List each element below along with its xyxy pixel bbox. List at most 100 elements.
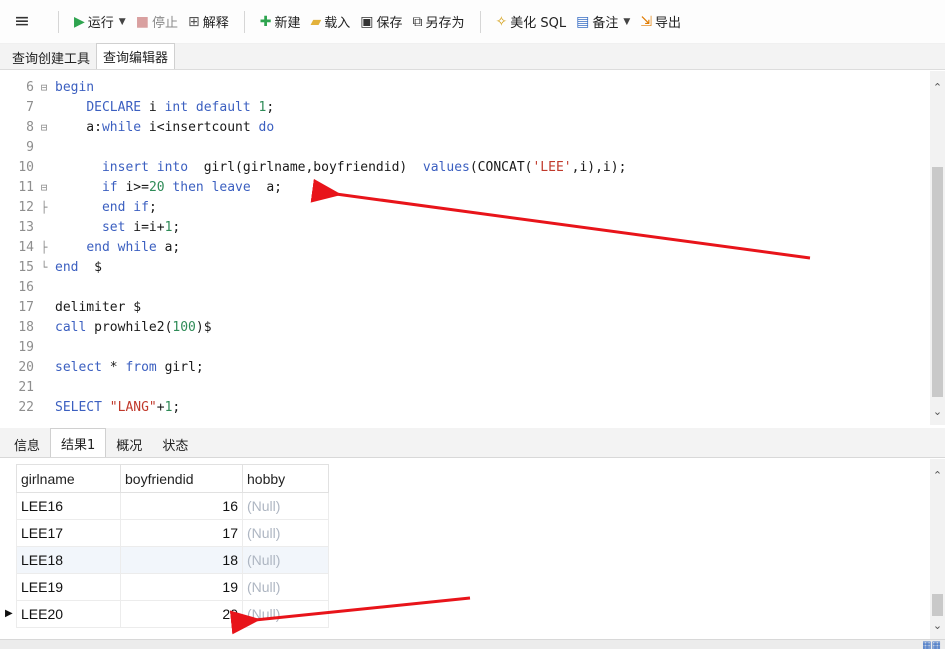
table-row[interactable]: LEE16 16 (Null) <box>16 492 329 520</box>
code-line[interactable]: 9 <box>0 138 930 158</box>
cell-hobby[interactable]: (Null) <box>242 573 329 601</box>
query-tab-bar: 查询创建工具 查询编辑器 <box>0 43 945 70</box>
code-line[interactable]: 10 insert into girl(girlname,boyfriendid… <box>0 158 930 178</box>
code-line[interactable]: 11 ⊟ if i>=20 then leave a; <box>0 178 930 198</box>
export-button[interactable]: ⇲ 导出 <box>635 9 686 35</box>
new-button[interactable]: ✚ 新建 <box>255 9 306 35</box>
code-token: int <box>164 100 189 115</box>
code-token: while <box>101 120 142 135</box>
grid-scrollbar[interactable]: ⌃ ⌄ <box>930 459 945 639</box>
cell-boyfriendid[interactable]: 16 <box>120 492 243 520</box>
line-number: 15 <box>18 260 34 275</box>
column-header-hobby[interactable]: hobby <box>242 464 329 493</box>
code-line[interactable]: 6 ⊟ begin <box>0 78 930 98</box>
code-token: if <box>101 180 118 195</box>
table-row[interactable]: LEE19 19 (Null) <box>16 573 329 601</box>
line-number: 6 <box>26 80 34 95</box>
sql-editor[interactable]: 6 ⊟ begin 7 DECLARE i int default 1; 8 ⊟ a:wh… <box>0 71 930 425</box>
explain-button[interactable]: ⊞ 解释 <box>183 9 234 35</box>
code-token: set <box>101 220 126 235</box>
explain-label: 解释 <box>202 16 229 31</box>
fold-toggle-icon[interactable]: ⊟ <box>38 118 50 138</box>
code-token: "LANG" <box>109 400 157 415</box>
beautify-sql-button[interactable]: ✧ 美化 SQL <box>491 9 572 35</box>
code-token: prowhile2( <box>86 320 173 335</box>
code-token: begin <box>55 80 95 95</box>
cell-hobby[interactable]: (Null) <box>242 492 329 520</box>
cell-hobby[interactable]: (Null) <box>242 600 329 628</box>
grid-view-icon[interactable]: ▦▦ <box>922 640 941 649</box>
run-dropdown-icon[interactable]: ▼ <box>119 17 126 27</box>
table-row[interactable]: LEE18 18 (Null) <box>16 546 329 574</box>
code-line[interactable]: 17 delimiter $ <box>0 298 930 318</box>
table-row[interactable]: LEE17 17 (Null) <box>16 519 329 547</box>
code-line[interactable]: 18 call prowhile2(100)$ <box>0 318 930 338</box>
code-line[interactable]: 20 select * from girl; <box>0 358 930 378</box>
code-line[interactable]: 21 <box>0 378 930 398</box>
cell-girlname[interactable]: LEE19 <box>16 573 121 601</box>
line-number: 22 <box>18 400 34 415</box>
column-header-girlname[interactable]: girlname <box>16 464 121 493</box>
tab-query-builder[interactable]: 查询创建工具 <box>6 45 96 69</box>
code-token: default <box>195 100 251 115</box>
tab-query-editor[interactable]: 查询编辑器 <box>96 43 176 69</box>
scroll-down-icon[interactable]: ⌄ <box>930 405 945 419</box>
code-token: do <box>258 120 275 135</box>
code-token: * <box>101 360 126 375</box>
cell-hobby[interactable]: (Null) <box>242 546 329 574</box>
code-token: ; <box>172 400 181 415</box>
code-token: insert <box>101 160 149 175</box>
stop-button[interactable]: ■ 停止 <box>131 9 183 35</box>
editor-scroll-thumb[interactable] <box>932 167 943 397</box>
scroll-up-icon[interactable]: ⌃ <box>930 469 945 483</box>
cell-boyfriendid[interactable]: 19 <box>120 573 243 601</box>
cell-girlname[interactable]: LEE20 <box>16 600 121 628</box>
scroll-up-icon[interactable]: ⌃ <box>930 81 945 95</box>
code-token: into <box>156 160 189 175</box>
scroll-down-icon[interactable]: ⌄ <box>930 619 945 633</box>
code-text: select * from girl; <box>55 358 204 378</box>
cell-girlname[interactable]: LEE17 <box>16 519 121 547</box>
code-line[interactable]: 13 set i=i+1; <box>0 218 930 238</box>
code-token: ; <box>148 200 157 215</box>
code-line[interactable]: 19 <box>0 338 930 358</box>
cell-boyfriendid[interactable]: 17 <box>120 519 243 547</box>
cell-girlname[interactable]: LEE18 <box>16 546 121 574</box>
code-line[interactable]: 22 SELECT "LANG"+1; <box>0 398 930 418</box>
save-icon: ▣ <box>360 13 374 30</box>
new-query-icon: ✚ <box>259 13 272 30</box>
code-line[interactable]: 15 └ end $ <box>0 258 930 278</box>
cell-boyfriendid[interactable]: 18 <box>120 546 243 574</box>
cell-hobby[interactable]: (Null) <box>242 519 329 547</box>
notes-dropdown-icon[interactable]: ▼ <box>623 17 630 27</box>
tab-status[interactable]: 状态 <box>152 431 198 457</box>
code-token: if <box>133 200 149 215</box>
notes-button[interactable]: ▤ 备注 ▼ <box>571 9 635 35</box>
tab-profile[interactable]: 概况 <box>106 431 152 457</box>
code-line[interactable]: 12 ├ end if; <box>0 198 930 218</box>
code-line[interactable]: 7 DECLARE i int default 1; <box>0 98 930 118</box>
table-row[interactable]: LEE20 20 (Null) <box>16 600 329 628</box>
grid-scroll-thumb[interactable] <box>932 594 943 616</box>
save-button[interactable]: ▣ 保存 <box>355 9 407 35</box>
run-label: 运行 <box>87 16 114 31</box>
code-line[interactable]: 8 ⊟ a:while i<insertcount do <box>0 118 930 138</box>
fold-toggle-icon[interactable]: ⊟ <box>38 178 50 198</box>
save-as-button[interactable]: ⧉ 另存为 <box>408 9 470 35</box>
load-button[interactable]: ▰ 载入 <box>305 9 355 35</box>
tab-result-1[interactable]: 结果1 <box>50 428 107 457</box>
column-header-boyfriendid[interactable]: boyfriendid <box>120 464 243 493</box>
editor-scrollbar[interactable]: ⌃ ⌄ <box>930 71 945 425</box>
line-number: 21 <box>18 380 34 395</box>
code-token: from <box>125 360 157 375</box>
code-line[interactable]: 16 <box>0 278 930 298</box>
cell-boyfriendid[interactable]: 20 <box>120 600 243 628</box>
fold-toggle-icon[interactable]: ⊟ <box>38 78 50 98</box>
cell-girlname[interactable]: LEE16 <box>16 492 121 520</box>
tab-message[interactable]: 信息 <box>4 431 50 457</box>
menu-icon[interactable]: ≡ <box>14 12 48 31</box>
run-button[interactable]: ▶ 运行 ▼ <box>69 9 131 35</box>
code-text: end if; <box>55 198 157 218</box>
code-line[interactable]: 14 ├ end while a; <box>0 238 930 258</box>
